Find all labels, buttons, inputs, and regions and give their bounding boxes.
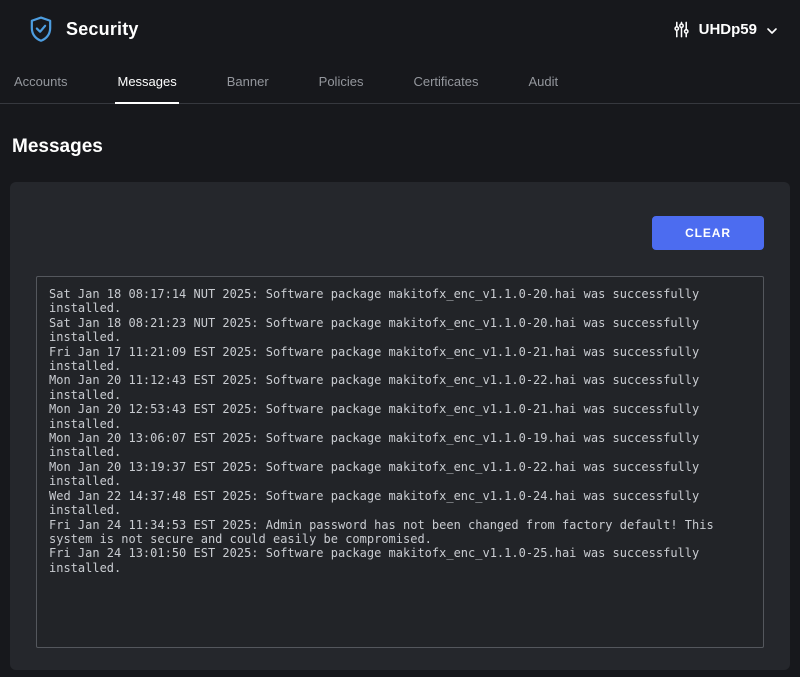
device-name: UHDp59	[699, 21, 757, 38]
log-entry: Sat Jan 18 08:21:23 NUT 2025: Software p…	[49, 316, 751, 345]
tab-banner[interactable]: Banner	[225, 68, 271, 104]
log-entry: Mon Jan 20 12:53:43 EST 2025: Software p…	[49, 402, 751, 431]
log-entry: Sat Jan 18 08:17:14 NUT 2025: Software p…	[49, 287, 751, 316]
log-entry: Fri Jan 17 11:21:09 EST 2025: Software p…	[49, 345, 751, 374]
log-entry: Mon Jan 20 13:06:07 EST 2025: Software p…	[49, 431, 751, 460]
log-entry: Fri Jan 24 13:01:50 EST 2025: Software p…	[49, 546, 751, 575]
security-tabbar: Accounts Messages Banner Policies Certif…	[0, 58, 800, 104]
messages-toolbar: CLEAR	[36, 216, 764, 250]
log-entry: Wed Jan 22 14:37:48 EST 2025: Software p…	[49, 489, 751, 518]
chevron-down-icon	[766, 25, 778, 37]
messages-log[interactable]: Sat Jan 18 08:17:14 NUT 2025: Software p…	[36, 276, 764, 648]
tab-certificates[interactable]: Certificates	[411, 68, 480, 104]
tab-policies[interactable]: Policies	[317, 68, 366, 104]
tab-messages[interactable]: Messages	[115, 68, 178, 104]
sliders-icon	[673, 21, 690, 38]
section-heading: Messages	[12, 136, 800, 158]
log-entry: Mon Jan 20 13:19:37 EST 2025: Software p…	[49, 460, 751, 489]
messages-panel: CLEAR Sat Jan 18 08:17:14 NUT 2025: Soft…	[10, 182, 790, 670]
tab-accounts[interactable]: Accounts	[12, 68, 69, 104]
app-header: Security UHDp59	[0, 0, 800, 58]
security-shield-icon	[30, 16, 52, 42]
log-entry: Mon Jan 20 11:12:43 EST 2025: Software p…	[49, 373, 751, 402]
page-title: Security	[66, 19, 139, 40]
clear-button[interactable]: CLEAR	[652, 216, 764, 250]
tab-audit[interactable]: Audit	[526, 68, 560, 104]
log-entry: Fri Jan 24 11:34:53 EST 2025: Admin pass…	[49, 518, 751, 547]
device-selector[interactable]: UHDp59	[673, 21, 778, 38]
